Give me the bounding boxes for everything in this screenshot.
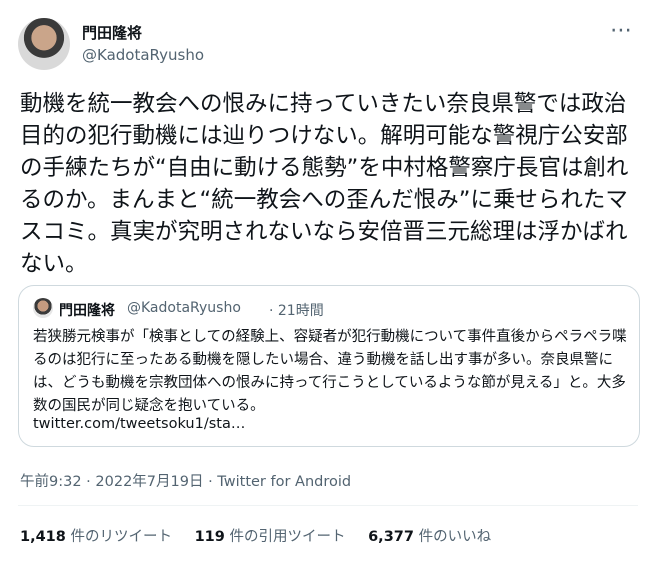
retweets-count: 1,418 — [20, 529, 66, 545]
retweets-stat[interactable]: 1,418 件のリツイート — [20, 529, 177, 545]
retweets-label: 件のリツイート — [70, 529, 172, 545]
more-options-icon[interactable]: ⋯ — [610, 18, 633, 43]
likes-label: 件のいいね — [418, 529, 492, 545]
likes-count: 6,377 — [368, 529, 414, 545]
tweet-meta[interactable]: 午前9:32 · 2022年7月19日 · Twitter for Androi… — [20, 470, 351, 491]
quoted-time: · 21時間 — [269, 303, 324, 319]
quoted-tweet-card[interactable]: 門田隆将 @KadotaRyusho · 21時間 若狭勝元検事が「検事としての… — [18, 285, 640, 447]
quotes-count: 119 — [194, 529, 225, 545]
divider-top — [18, 505, 638, 506]
quoted-author-name: 門田隆将 — [59, 303, 115, 319]
likes-stat[interactable]: 6,377 件のいいね — [368, 529, 491, 545]
quoted-avatar — [33, 298, 53, 318]
quoted-author-handle: @KadotaRyusho — [127, 300, 241, 316]
quoted-link[interactable]: twitter.com/tweetsoku1/sta… — [33, 416, 245, 432]
author-name[interactable]: 門田隆将 — [82, 22, 142, 43]
quotes-label: 件の引用ツイート — [229, 529, 346, 545]
quotes-stat[interactable]: 119 件の引用ツイート — [195, 529, 351, 545]
tweet-text: 動機を統一教会への恨みに持っていきたい奈良県警では政治目的の犯行動機には辿りつけ… — [20, 91, 629, 277]
author-handle[interactable]: @KadotaRyusho — [82, 46, 204, 64]
avatar[interactable] — [18, 18, 70, 70]
stats-row: 1,418 件のリツイート 119 件の引用ツイート 6,377 件のいいね — [20, 525, 509, 546]
quoted-text: 若狭勝元検事が「検事としての経験上、容疑者が犯行動機について事件直後からペラペラ… — [33, 329, 627, 414]
